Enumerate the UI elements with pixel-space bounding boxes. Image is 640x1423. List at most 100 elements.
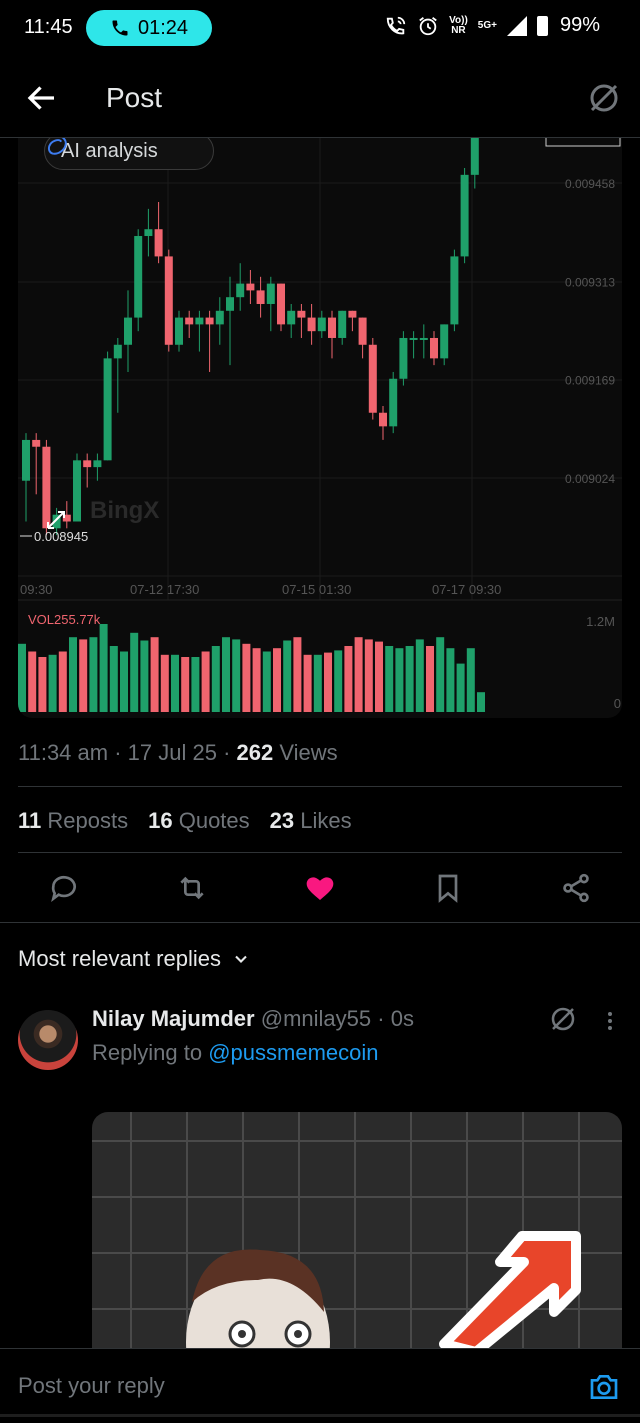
candle-body [419, 337, 428, 340]
candle-body [287, 310, 296, 325]
volume-bar [436, 637, 445, 712]
price-tick-label: 0.009458 [565, 177, 615, 191]
candle-body [22, 439, 30, 481]
candle-body [83, 460, 92, 468]
candle-body [399, 337, 408, 379]
ongoing-call-chip[interactable]: 01:24 [86, 10, 212, 46]
candle-body [185, 317, 194, 325]
volume-max-label: 1.2M [586, 614, 615, 629]
candle-body [32, 439, 41, 447]
volume-label: VOL255.77k [28, 612, 101, 627]
post-header: Post [0, 56, 640, 138]
volte-indicator: Vo)) NR [449, 14, 468, 36]
volume-bar [446, 648, 455, 712]
candle-body [460, 174, 469, 257]
post-meta: 11:34 am · 17 Jul 25 · 262 Views [18, 740, 338, 765]
volume-bar [354, 637, 363, 712]
candle-body [103, 358, 112, 461]
volume-bar [334, 650, 343, 712]
candle-body [348, 310, 357, 318]
status-icons: Vo)) NR 5G+ 99% [385, 14, 600, 37]
share-icon[interactable] [560, 872, 592, 904]
candle-body [205, 317, 214, 325]
phone-icon [112, 20, 128, 36]
repost-icon[interactable] [176, 872, 208, 904]
candle-body [338, 310, 347, 338]
candle-body [154, 229, 163, 257]
replying-to-link[interactable]: @pussmemecoin [208, 1040, 378, 1065]
candle-body [470, 138, 479, 175]
candle-body [226, 297, 234, 311]
candle-body [144, 229, 153, 237]
likes-stat[interactable]: 23 Likes [270, 808, 352, 834]
time-tick-label: 07-17 09:30 [432, 582, 501, 597]
volume-bar [222, 637, 230, 712]
volume-bar [405, 646, 414, 712]
volume-bar [426, 646, 434, 712]
reply-input[interactable]: Post your reply [18, 1373, 165, 1399]
volume-bar [252, 648, 261, 712]
candle-body [389, 378, 398, 427]
grok-slash-icon[interactable] [586, 80, 622, 116]
alarm-icon [419, 16, 437, 35]
volume-bar [293, 637, 302, 712]
reply-sort-label: Most relevant replies [18, 946, 221, 971]
price-tick-label: 0.009169 [565, 373, 615, 387]
post-stats: 11 Reposts 16 Quotes 23 Likes [18, 808, 352, 834]
arrow-left-icon[interactable] [24, 80, 60, 116]
volume-bar [69, 637, 77, 712]
bookmark-icon[interactable] [432, 872, 464, 904]
like-heart-icon[interactable] [304, 872, 336, 904]
more-options-icon[interactable] [598, 1006, 622, 1036]
candle-body [409, 337, 418, 340]
low-price-label: 0.008945 [34, 529, 88, 544]
volume-bar [262, 651, 271, 712]
camera-icon[interactable] [588, 1371, 620, 1403]
candle-body [307, 317, 316, 332]
views-count: 262 [236, 740, 274, 765]
reply-sort-dropdown[interactable]: Most relevant replies [18, 946, 251, 972]
reply-icon[interactable] [48, 872, 80, 904]
reposts-stat[interactable]: 11 Reposts [18, 808, 128, 834]
call-timer: 01:24 [137, 16, 189, 39]
candle-body [379, 412, 387, 427]
grok-slash-icon[interactable] [548, 1004, 578, 1034]
cartoon-character-image [186, 1231, 581, 1352]
reply-author[interactable]: Nilay Majumder @mnilay55 · 0s [92, 1006, 414, 1032]
gesture-bar [0, 1414, 640, 1417]
battery-icon [536, 15, 548, 36]
chart-image[interactable]: BingX 0.009458 0.009313 0.009169 0.009024 0.0… [18, 138, 622, 718]
volume-bar [201, 651, 210, 712]
ai-analysis-button[interactable]: AI analysis [44, 138, 214, 170]
volume-bar [140, 640, 149, 712]
page-title: Post [106, 82, 163, 113]
volume-zero-label: 0 [614, 696, 621, 711]
volume-bar [130, 632, 139, 712]
volume-bar [48, 654, 57, 712]
quotes-stat[interactable]: 16 Quotes [148, 808, 250, 834]
volume-bar [38, 657, 47, 712]
status-bar: 11:45 01:24 Vo)) NR 5G+ 99% [0, 0, 640, 56]
volume-bar [273, 648, 281, 712]
candle-body [195, 317, 204, 325]
reply-author-handle: @mnilay55 [260, 1006, 372, 1031]
volume-bar [313, 654, 322, 712]
ai-swirl-icon [47, 138, 67, 155]
reply-author-name: Nilay Majumder [92, 1006, 255, 1031]
reply-media[interactable] [92, 1112, 622, 1352]
volume-bar [303, 654, 312, 712]
volume-bar [477, 692, 485, 712]
volume-bar [181, 657, 190, 712]
volume-bar [283, 640, 292, 712]
candle-body [124, 317, 132, 345]
candle-body [328, 317, 336, 338]
candle-body [297, 310, 306, 318]
replying-to: Replying to @pussmemecoin [92, 1040, 379, 1065]
candle-body [440, 324, 449, 359]
time-tick-label: 07-12 17:30 [130, 582, 199, 597]
candle-body [164, 256, 173, 345]
volume-bar [120, 651, 128, 712]
watermark: BingX [90, 497, 159, 524]
avatar[interactable] [18, 1010, 78, 1070]
reply-time: 0s [390, 1006, 414, 1031]
